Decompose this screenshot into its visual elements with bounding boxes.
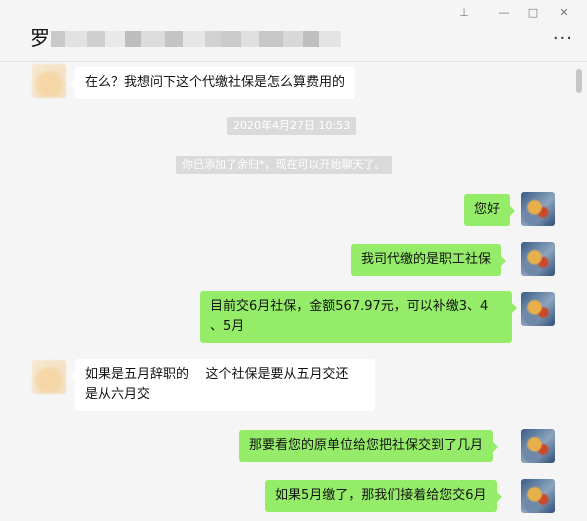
more-options-icon[interactable]: ··· [553,30,573,48]
blur-block [165,31,183,47]
self-avatar[interactable] [521,479,555,513]
message-bubble-outgoing[interactable]: 我司代缴的是职工社保 [351,244,507,276]
contact-avatar[interactable] [32,360,66,394]
blur-block [87,31,105,47]
blur-block [319,31,341,47]
minimize-icon[interactable]: — [495,6,513,20]
contact-name: 罗 [30,26,50,50]
blur-block [141,31,165,47]
message-bubble-incoming[interactable]: 在么？我想问下这个代缴社保是怎么算费用的 [69,67,356,99]
self-avatar[interactable] [521,192,555,226]
self-avatar[interactable] [521,429,555,463]
self-avatar[interactable] [521,292,555,326]
message-bubble-outgoing[interactable]: 那要看您的原单位给您把社保交到了几月 [239,430,499,462]
self-avatar[interactable] [521,242,555,276]
blur-block [125,31,141,47]
contact-avatar[interactable] [32,64,66,98]
blur-block [283,31,303,47]
blur-block [105,31,125,47]
blur-block [259,31,283,47]
message-bubble-outgoing[interactable]: 您好 [464,194,516,226]
blur-block [51,31,65,47]
maximize-icon[interactable]: □ [524,6,542,20]
scrollbar-thumb[interactable] [576,69,582,93]
message-bubble-incoming[interactable]: 如果是五月辞职的 这个社保是要从五月交还 是从六月交 [70,359,375,411]
blur-block [221,31,241,47]
blur-block [241,31,259,47]
message-bubble-outgoing[interactable]: 目前交6月社保，金额567.97元，可以补缴3、4 、5月 [200,291,517,343]
message-list[interactable]: 在么？我想问下这个代缴社保是怎么算费用的 2020年4月27日 10:53 你已… [0,62,587,521]
timestamp: 2020年4月27日 10:53 [227,117,357,135]
redacted-name-blur [51,31,351,47]
message-bubble-outgoing[interactable]: 如果5月缴了，那我们接着给您交6月 [265,480,502,512]
blur-block [205,31,221,47]
blur-block [303,31,319,47]
system-notice: 你已添加了余归*，现在可以开始聊天了。 [176,156,392,174]
pin-icon[interactable]: ⊥ [455,6,473,20]
close-icon[interactable]: ✕ [555,6,573,20]
blur-block [183,31,205,47]
blur-block [65,31,87,47]
chat-header: 罗 ⊥ — □ ✕ ··· [0,0,587,62]
